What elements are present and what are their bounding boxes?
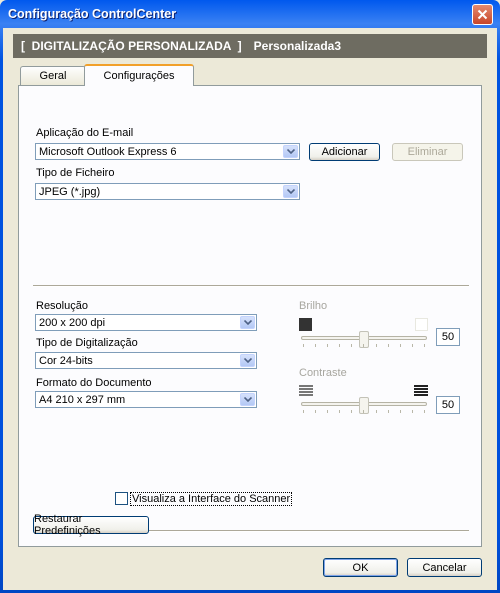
title-bar: Configuração ControlCenter	[3, 0, 497, 28]
ok-button[interactable]: OK	[323, 558, 398, 577]
chevron-down-icon	[240, 393, 255, 406]
email-app-value: Microsoft Outlook Express 6	[39, 145, 177, 158]
tab-general[interactable]: Geral	[20, 66, 86, 85]
restore-defaults-label: Restaurar Predefinições	[34, 513, 101, 537]
light-square-icon	[415, 318, 428, 331]
doc-format-value: A4 210 x 297 mm	[39, 393, 126, 406]
section-header: [ DIGITALIZAÇÃO PERSONALIZADA ] Personal…	[13, 34, 487, 58]
chevron-down-icon	[283, 185, 298, 198]
section-title: [ DIGITALIZAÇÃO PERSONALIZADA ]	[21, 39, 242, 53]
scanner-ui-checkbox[interactable]	[115, 492, 128, 505]
tab-settings[interactable]: Configurações	[84, 64, 194, 86]
high-contrast-icon	[414, 385, 428, 396]
ok-label: OK	[352, 561, 369, 574]
brightness-ticks	[303, 344, 425, 348]
divider	[33, 285, 469, 287]
tab-settings-label: Configurações	[103, 70, 175, 82]
dialog-client: [ DIGITALIZAÇÃO PERSONALIZADA ] Personal…	[3, 28, 497, 590]
tab-general-label: Geral	[39, 70, 67, 82]
add-button-label: Adicionar	[321, 146, 368, 158]
email-app-label: Aplicação do E-mail	[36, 127, 134, 139]
scanner-ui-label[interactable]: Visualiza a Interface do Scanner	[130, 492, 293, 506]
cancel-label: Cancelar	[422, 561, 467, 574]
low-contrast-icon	[299, 385, 313, 396]
profile-name: Personalizada3	[253, 39, 342, 53]
chevron-down-icon	[240, 354, 255, 367]
cancel-button[interactable]: Cancelar	[407, 558, 482, 577]
close-button[interactable]	[472, 3, 493, 25]
add-email-app-button[interactable]: Adicionar	[309, 143, 380, 161]
resolution-label: Resolução	[36, 300, 88, 312]
doc-format-label: Formato do Documento	[36, 377, 152, 389]
contrast-ticks	[303, 410, 425, 414]
doc-format-select[interactable]: A4 210 x 297 mm	[35, 391, 257, 408]
contrast-label: Contraste	[299, 367, 347, 379]
scan-type-value: Cor 24-bits	[39, 354, 93, 367]
contrast-value[interactable]: 50	[436, 396, 460, 414]
file-type-label: Tipo de Ficheiro	[36, 167, 115, 179]
dark-square-icon	[299, 318, 312, 331]
scan-type-label: Tipo de Digitalização	[36, 337, 138, 349]
resolution-select[interactable]: 200 x 200 dpi	[35, 314, 257, 331]
chevron-down-icon	[240, 316, 255, 329]
scan-type-select[interactable]: Cor 24-bits	[35, 352, 257, 369]
file-type-select[interactable]: JPEG (*.jpg)	[35, 183, 300, 200]
restore-defaults-button[interactable]: Restaurar Predefinições	[33, 513, 149, 537]
remove-button-label: Eliminar	[407, 146, 448, 158]
resolution-value: 200 x 200 dpi	[39, 316, 106, 329]
email-app-select[interactable]: Microsoft Outlook Express 6	[35, 143, 300, 160]
brightness-value[interactable]: 50	[436, 328, 460, 346]
window-title: Configuração ControlCenter	[8, 7, 177, 21]
close-icon	[477, 9, 488, 19]
brightness-label: Brilho	[299, 300, 328, 312]
remove-email-app-button[interactable]: Eliminar	[392, 143, 463, 161]
chevron-down-icon	[283, 145, 298, 158]
settings-panel: Aplicação do E-mail Microsoft Outlook Ex…	[18, 85, 482, 547]
file-type-value: JPEG (*.jpg)	[39, 185, 101, 198]
